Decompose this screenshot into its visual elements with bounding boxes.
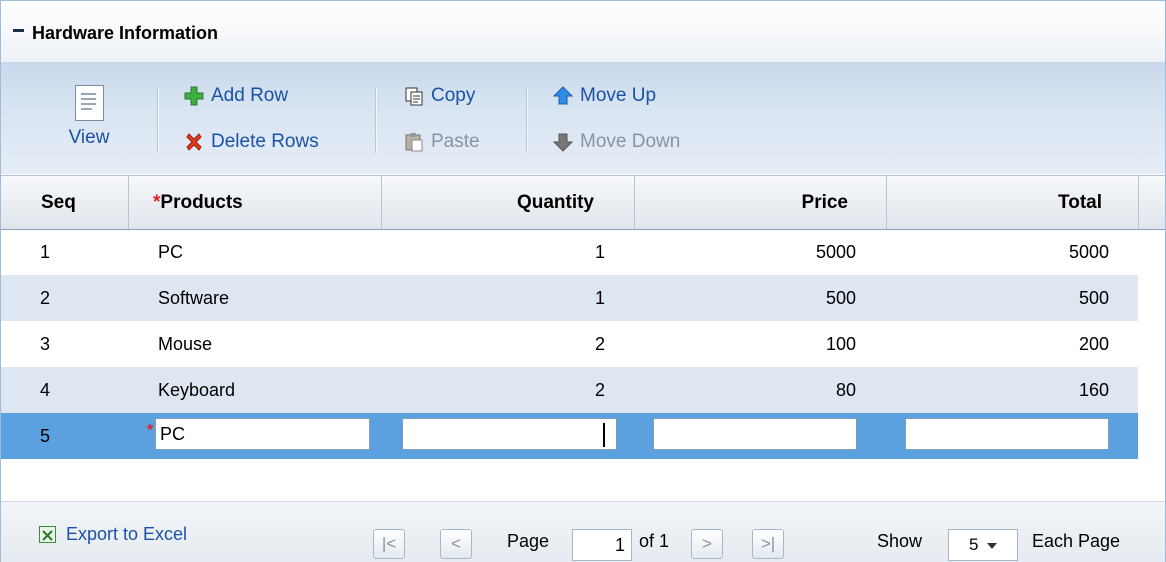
collapse-icon[interactable]: [13, 29, 24, 32]
arrow-down-icon: [552, 132, 574, 152]
table-row[interactable]: 3 Mouse 2 100 200: [1, 321, 1138, 367]
table-row[interactable]: 1 PC 1 5000 5000: [1, 229, 1138, 275]
column-header-total[interactable]: Total: [887, 176, 1139, 229]
product-cell: Software: [158, 288, 230, 308]
price-cell: 80: [835, 380, 856, 400]
add-row-label: Add Row: [211, 85, 289, 106]
document-icon: [74, 85, 104, 121]
move-up-button[interactable]: Move Up: [552, 85, 657, 107]
paste-label: Paste: [431, 131, 480, 152]
delete-rows-label: Delete Rows: [211, 131, 319, 152]
first-page-button[interactable]: |<: [373, 529, 405, 559]
toolbar-separator: [375, 88, 377, 153]
clipboard-icon: [404, 132, 424, 152]
total-cell: 5000: [1068, 242, 1109, 262]
copy-label: Copy: [431, 85, 476, 106]
total-cell: 500: [1078, 288, 1109, 308]
column-header-products[interactable]: *Products: [129, 176, 382, 229]
dropdown-arrow-icon: [987, 543, 997, 549]
export-to-excel-link[interactable]: Export to Excel: [39, 524, 187, 545]
page-number-input[interactable]: 1: [572, 529, 632, 561]
column-header-price[interactable]: Price: [635, 176, 887, 229]
arrow-up-icon: [552, 86, 574, 106]
quantity-cell: 1: [594, 242, 605, 262]
seq-cell: 5: [40, 426, 51, 446]
column-header-seq[interactable]: Seq: [1, 176, 129, 229]
table-row[interactable]: 4 Keyboard 2 80 160: [1, 367, 1138, 413]
price-cell: 5000: [815, 242, 856, 262]
required-marker: *: [147, 422, 154, 439]
price-cell: 100: [825, 334, 856, 354]
red-x-icon: [184, 132, 204, 152]
seq-cell: 4: [40, 380, 51, 400]
column-header-quantity[interactable]: Quantity: [382, 176, 635, 229]
price-cell: 500: [825, 288, 856, 308]
grid-footer: Export to Excel |< < Page 1 of 1 > >| Sh…: [1, 501, 1165, 562]
edit-row[interactable]: 5 * PC: [1, 413, 1138, 459]
page-label: Page: [507, 531, 550, 551]
show-label: Show: [877, 531, 923, 551]
quantity-input[interactable]: [402, 418, 617, 450]
panel-title: Hardware Information: [32, 23, 219, 43]
grid-header: Seq *Products Quantity Price Total: [1, 175, 1165, 230]
quantity-cell: 1: [594, 288, 605, 308]
excel-icon: [39, 526, 56, 543]
product-cell: Mouse: [158, 334, 213, 354]
total-cell: 200: [1078, 334, 1109, 354]
text-cursor: [603, 423, 605, 447]
toolbar-separator: [157, 88, 159, 153]
move-down-button[interactable]: Move Down: [552, 131, 681, 153]
delete-rows-button[interactable]: Delete Rows: [184, 131, 319, 153]
toolbar-separator: [526, 88, 528, 153]
seq-cell: 2: [40, 288, 51, 308]
product-cell: Keyboard: [158, 380, 236, 400]
export-label: Export to Excel: [66, 524, 188, 544]
each-page-label: Each Page: [1032, 531, 1121, 551]
product-input[interactable]: PC: [155, 418, 370, 450]
view-label: View: [68, 127, 110, 148]
seq-cell: 3: [40, 334, 51, 354]
next-page-button[interactable]: >: [691, 529, 723, 559]
toolbar: View Add Row Delete Rows Copy Paste Move…: [1, 63, 1165, 174]
paste-button[interactable]: Paste: [404, 131, 480, 153]
hardware-panel: Hardware Information View Add Row Delete…: [0, 0, 1166, 562]
view-button[interactable]: View: [61, 85, 117, 149]
price-input[interactable]: [653, 418, 857, 450]
seq-cell: 1: [40, 242, 51, 262]
total-input[interactable]: [905, 418, 1109, 450]
move-down-label: Move Down: [580, 131, 681, 152]
page-count-label: of 1: [639, 531, 670, 551]
product-cell: PC: [158, 242, 184, 262]
plus-icon: [184, 86, 204, 106]
page-size-select[interactable]: 5: [948, 529, 1018, 561]
add-row-button[interactable]: Add Row: [184, 85, 288, 107]
panel-header: Hardware Information: [1, 1, 1165, 63]
table-row[interactable]: 2 Software 1 500 500: [1, 275, 1138, 321]
prev-page-button[interactable]: <: [440, 529, 472, 559]
total-cell: 160: [1078, 380, 1109, 400]
copy-button[interactable]: Copy: [404, 85, 475, 107]
quantity-cell: 2: [594, 380, 605, 400]
last-page-button[interactable]: >|: [752, 529, 784, 559]
move-up-label: Move Up: [580, 85, 657, 106]
copy-icon: [404, 86, 424, 106]
quantity-cell: 2: [594, 334, 605, 354]
